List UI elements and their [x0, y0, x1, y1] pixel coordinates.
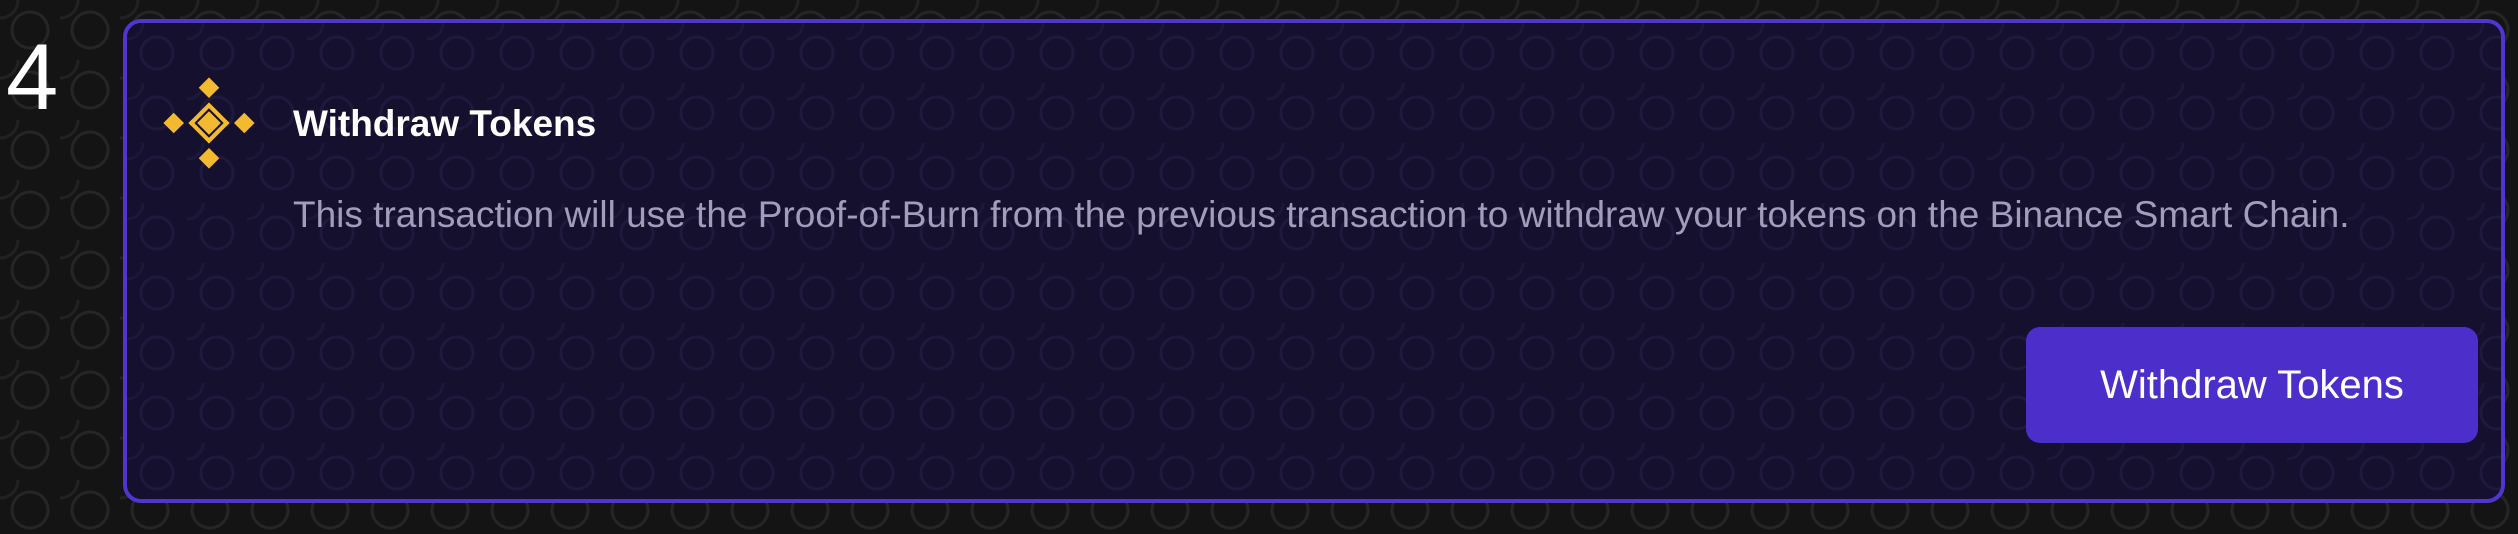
card-title: Withdraw Tokens	[293, 103, 597, 144]
withdraw-tokens-card: Withdraw Tokens This transaction will us…	[123, 19, 2505, 503]
step-number: 4	[6, 24, 59, 129]
card-description: This transaction will use the Proof-of-B…	[293, 194, 2350, 235]
binance-logo-icon	[163, 77, 255, 169]
withdraw-tokens-button[interactable]: Withdraw Tokens	[2026, 327, 2478, 443]
